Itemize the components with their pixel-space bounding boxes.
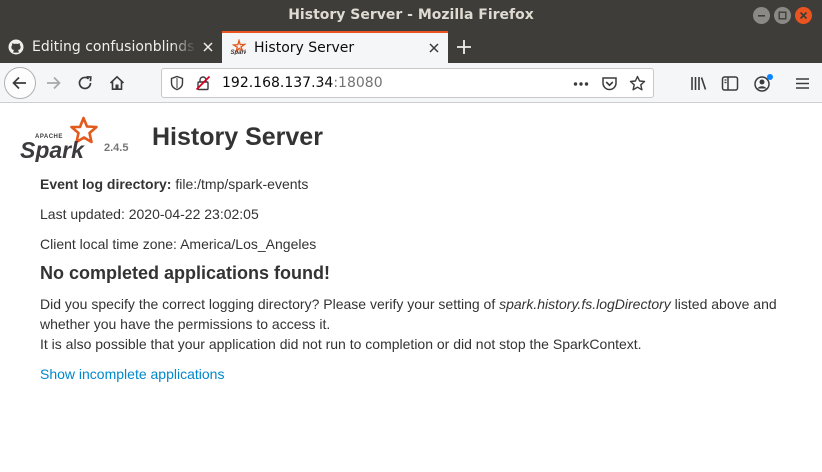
close-window-button[interactable]: [795, 7, 812, 24]
url-text[interactable]: 192.168.137.34:18080: [222, 69, 383, 98]
back-arrow-icon: [12, 76, 26, 90]
insecure-lock-icon[interactable]: [195, 75, 211, 91]
reload-icon: [78, 75, 92, 90]
log-directory-setting: spark.history.fs.logDirectory: [499, 296, 671, 312]
library-icon[interactable]: [690, 75, 708, 92]
forward-button[interactable]: [37, 67, 69, 99]
page-title: History Server: [152, 123, 323, 151]
minimize-icon: [758, 15, 765, 17]
window-title: History Server - Mozilla Firefox: [288, 7, 534, 23]
bookmark-star-icon[interactable]: [629, 75, 646, 92]
page-content: APACHE Spark 2.4.5 History Server Event …: [0, 104, 822, 472]
sidebar-icon[interactable]: [721, 75, 739, 92]
url-port: :18080: [333, 75, 383, 91]
maximize-icon: [778, 11, 787, 20]
svg-text:Spark: Spark: [20, 137, 85, 162]
message-line-3: It is also possible that your applicatio…: [40, 336, 642, 352]
tab-strip: Editing confusionblinds.c Spark History …: [0, 31, 822, 63]
shield-icon[interactable]: [169, 75, 185, 91]
tab-history-server[interactable]: Spark History Server: [222, 31, 448, 63]
spark-icon: Spark: [231, 39, 247, 55]
close-tab-icon[interactable]: [427, 41, 441, 55]
pocket-icon[interactable]: [601, 75, 618, 92]
minimize-button[interactable]: [753, 7, 770, 24]
navigation-toolbar: 192.168.137.34:18080: [0, 63, 822, 103]
reload-button[interactable]: [69, 67, 101, 99]
no-apps-heading: No completed applications found!: [40, 263, 331, 283]
message-line-1: Did you specify the correct logging dire…: [40, 296, 777, 312]
spark-logo: APACHE Spark: [20, 116, 98, 162]
hamburger-menu-icon[interactable]: [794, 75, 811, 92]
event-log-label: Event log directory:: [40, 176, 172, 192]
tab-editing-confusionblinds[interactable]: Editing confusionblinds.c: [0, 31, 222, 63]
forward-arrow-icon: [47, 76, 61, 90]
event-log-value: file:/tmp/spark-events: [175, 176, 309, 192]
client-timezone: Client local time zone: America/Los_Ange…: [40, 236, 317, 252]
new-tab-icon[interactable]: [455, 38, 473, 56]
tab-label: History Server: [254, 40, 355, 56]
account-icon[interactable]: [753, 73, 775, 93]
home-button[interactable]: [101, 67, 133, 99]
message-text: Did you specify the correct logging dire…: [40, 296, 500, 312]
url-host: 192.168.137.34: [222, 75, 334, 91]
back-button[interactable]: [4, 67, 36, 99]
message-line-2: whether you have the permissions to acce…: [40, 316, 331, 332]
tab-label: Editing confusionblinds.c: [32, 39, 196, 55]
close-tab-icon[interactable]: [201, 40, 215, 54]
address-bar[interactable]: 192.168.137.34:18080: [161, 68, 654, 98]
github-icon: [8, 39, 24, 55]
message-text: listed above and: [670, 296, 777, 312]
last-updated: Last updated: 2020-04-22 23:02:05: [40, 206, 259, 222]
home-icon: [109, 75, 125, 90]
event-log-directory: Event log directory: file:/tmp/spark-eve…: [40, 176, 308, 192]
window-controls: [753, 7, 812, 24]
close-icon: [799, 11, 808, 20]
window-titlebar: History Server - Mozilla Firefox: [0, 0, 822, 31]
spark-version: 2.4.5: [104, 142, 129, 154]
page-actions-icon[interactable]: [572, 76, 590, 92]
svg-text:Spark: Spark: [231, 50, 247, 55]
maximize-button[interactable]: [774, 7, 791, 24]
show-incomplete-applications-link[interactable]: Show incomplete applications: [40, 366, 224, 382]
